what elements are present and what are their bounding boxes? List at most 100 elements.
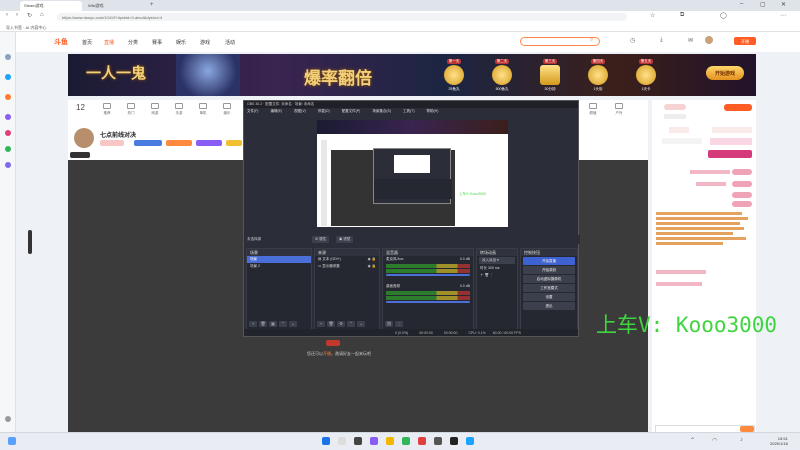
forward-icon[interactable]: › [16, 12, 18, 18]
obs-menu-item[interactable]: 工具(T) [403, 109, 414, 113]
guard-button[interactable] [708, 150, 752, 158]
obs-scene-item[interactable]: 场景 2 [247, 263, 311, 270]
message-icon[interactable]: ✉ [688, 37, 693, 44]
streamer-avatar[interactable] [74, 128, 94, 148]
move-up-icon[interactable]: ⌃ [347, 321, 355, 327]
profile-icon[interactable]: ◯ [720, 12, 727, 19]
home-icon[interactable]: ⌂ [40, 12, 44, 18]
obs-menu-item[interactable]: 配置文件(P) [342, 109, 361, 113]
obs-window[interactable]: OBS 30.2 · 配置文件: 未命名 · 场景: 未命名 文件(F) 编辑(E… [243, 100, 580, 337]
volume-slider[interactable] [386, 274, 470, 276]
browser-tab[interactable]: Wiki游戏 [84, 1, 146, 11]
category-item[interactable]: 单机 [194, 103, 212, 116]
move-down-icon[interactable]: ⌄ [357, 321, 365, 327]
obs-menu-item[interactable]: 场景集合(S) [372, 109, 391, 113]
history-icon[interactable]: ◷ [630, 37, 635, 44]
delete-icon[interactable]: 🗑 [327, 321, 335, 327]
maximize-icon[interactable]: ▢ [760, 1, 766, 8]
star-icon[interactable]: ☆ [650, 12, 655, 19]
browser-tab[interactable]: Steam游戏 [20, 1, 82, 11]
explorer-icon[interactable] [386, 437, 394, 445]
sidebar-item[interactable] [2, 130, 14, 137]
rank-button[interactable] [724, 104, 752, 111]
obs-preview[interactable]: 上车V: Kooo3000 [317, 120, 508, 227]
start-streaming-button[interactable]: 开始直播 [523, 257, 575, 265]
search-input[interactable] [520, 37, 600, 46]
bookmark-item[interactable]: 导入书签 · AI 内容中心 [6, 25, 46, 30]
obs-menu-item[interactable]: 文件(F) [247, 109, 258, 113]
nav-games[interactable]: 游戏 [200, 39, 210, 46]
url-bar[interactable]: https://www.douyu.com/10419?dyshid=0-abc… [57, 13, 627, 21]
nav-live[interactable]: 直播 [104, 39, 114, 46]
close-icon[interactable]: ✕ [781, 1, 786, 8]
system-clock[interactable]: 15:51 2025/1/16 [770, 436, 788, 446]
obs-source-item[interactable]: ▭ 显示器采集 ◉ 🔒 [315, 263, 379, 270]
promo-banner[interactable]: 一人一鬼 爆率翻倍 第一天 25鱼丸 第二天 500鱼丸 第三天 30分钟 第四天 1头… [68, 54, 756, 96]
obs-scene-item[interactable]: 场景 [247, 256, 311, 263]
obs-menu-item[interactable]: 编辑(E) [270, 109, 282, 113]
obs-source-item[interactable]: ▤ 文本 (GDI+) ◉ 🔒 [315, 256, 379, 263]
obs-menu-item[interactable]: 停靠(D) [318, 109, 330, 113]
move-down-icon[interactable]: ⌄ [289, 321, 297, 327]
menu-icon[interactable]: ⋯ [780, 12, 786, 19]
obs-app-icon[interactable] [450, 437, 458, 445]
download-icon[interactable]: ⤓ [660, 37, 663, 44]
start-recording-button[interactable]: 开始录制 [523, 266, 575, 274]
link-icon[interactable]: ⛓ [385, 321, 393, 327]
transition-select[interactable]: 淡入淡出 ▾ [479, 257, 515, 264]
delete-icon[interactable]: 🗑 [484, 273, 488, 277]
category-item[interactable]: 户外 [610, 103, 628, 116]
sidebar-item[interactable] [2, 162, 14, 169]
task-view-icon[interactable] [354, 437, 362, 445]
app-icon[interactable] [418, 437, 426, 445]
volume-slider[interactable] [386, 301, 470, 303]
virtual-camera-button[interactable]: 启动虚拟摄像机 [523, 275, 575, 283]
obs-properties-button[interactable]: ⚙ 属性 [312, 236, 330, 243]
back-icon[interactable]: ‹ [6, 12, 8, 18]
category-item[interactable]: 颜值 [584, 103, 602, 116]
tray-chevron-icon[interactable]: ⌃ [690, 437, 695, 444]
site-logo[interactable]: 斗鱼 [54, 37, 68, 47]
category-item[interactable]: 推荐 [98, 103, 116, 116]
sidebar-item[interactable] [2, 114, 14, 121]
category-item[interactable]: 网游 [146, 103, 164, 116]
obs-menu-item[interactable]: 视图(V) [294, 109, 306, 113]
more-icon[interactable]: ⋮ [395, 321, 403, 327]
add-icon[interactable]: + [317, 321, 325, 327]
nav-events[interactable]: 赛事 [152, 39, 162, 46]
sidebar-item[interactable] [2, 74, 14, 81]
search-icon[interactable]: ⌕ [590, 37, 593, 44]
widgets-icon[interactable] [8, 437, 16, 445]
gear-icon[interactable]: ⚙ [337, 321, 345, 327]
category-item[interactable]: 娱乐 [218, 103, 236, 116]
reload-icon[interactable]: ↻ [27, 12, 32, 19]
volume-icon[interactable]: ♪ [740, 437, 743, 443]
nav-category[interactable]: 分类 [128, 39, 138, 46]
collapse-handle[interactable] [28, 230, 32, 254]
add-icon[interactable]: ＋ [480, 273, 484, 277]
obs-menu-item[interactable]: 帮助(H) [427, 109, 439, 113]
minimize-icon[interactable]: – [740, 1, 743, 7]
more-icon[interactable]: ⋮ [490, 273, 494, 277]
extensions-icon[interactable]: ⧉ [680, 12, 684, 19]
duration-field[interactable]: 时长 300 ms [477, 265, 517, 272]
open-stream-button[interactable]: 开播 [734, 37, 756, 45]
sidebar-item[interactable] [2, 146, 14, 153]
app-icon[interactable] [434, 437, 442, 445]
wifi-icon[interactable]: ◠ [712, 437, 717, 444]
browser-app-icon[interactable] [402, 437, 410, 445]
sidebar-item[interactable] [2, 94, 14, 101]
sidebar-item[interactable] [2, 54, 14, 61]
nav-home[interactable]: 首页 [82, 39, 92, 46]
avatar[interactable] [705, 36, 713, 44]
obs-filters-button[interactable]: ▣ 滤镜 [336, 236, 354, 243]
studio-mode-button[interactable]: 工作室模式 [523, 284, 575, 292]
delete-icon[interactable]: 🗑 [259, 321, 267, 327]
nav-activity[interactable]: 活动 [225, 39, 235, 46]
app-icon[interactable] [466, 437, 474, 445]
start-icon[interactable] [322, 437, 330, 445]
new-tab-icon[interactable]: + [150, 2, 154, 8]
search-icon[interactable] [338, 437, 346, 445]
chat-app-icon[interactable] [370, 437, 378, 445]
banner-play-button[interactable]: 开始游戏 [706, 66, 744, 80]
